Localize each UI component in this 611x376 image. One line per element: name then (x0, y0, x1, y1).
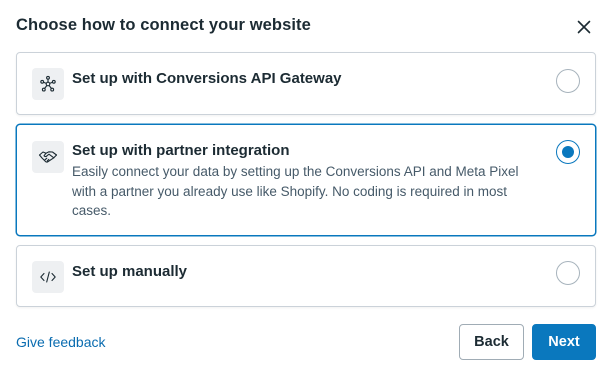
option-set-up-manually[interactable]: Set up manually (16, 245, 596, 307)
network-nodes-icon (32, 68, 64, 100)
close-icon (577, 20, 591, 34)
option-radio[interactable] (556, 261, 580, 285)
connect-website-dialog: Choose how to connect your website Set u… (0, 0, 611, 376)
code-icon (32, 261, 64, 293)
option-title: Set up with Conversions API Gateway (72, 70, 342, 87)
dialog-title: Choose how to connect your website (16, 16, 311, 34)
option-title: Set up with partner integration (72, 142, 290, 159)
option-title: Set up manually (72, 263, 188, 280)
radio-selected-dot (562, 146, 574, 158)
close-button[interactable] (572, 15, 596, 39)
option-radio[interactable] (556, 69, 580, 93)
handshake-icon (32, 141, 64, 173)
option-conversions-api-gateway[interactable]: Set up with Conversions API Gateway (16, 52, 596, 115)
option-description: Easily connect your data by setting up t… (72, 164, 519, 218)
option-radio-selected[interactable] (556, 140, 580, 164)
back-button[interactable]: Back (459, 324, 524, 360)
next-button[interactable]: Next (532, 324, 596, 360)
give-feedback-link[interactable]: Give feedback (16, 334, 106, 350)
option-partner-integration[interactable]: Set up with partner integration Easily c… (16, 124, 596, 236)
